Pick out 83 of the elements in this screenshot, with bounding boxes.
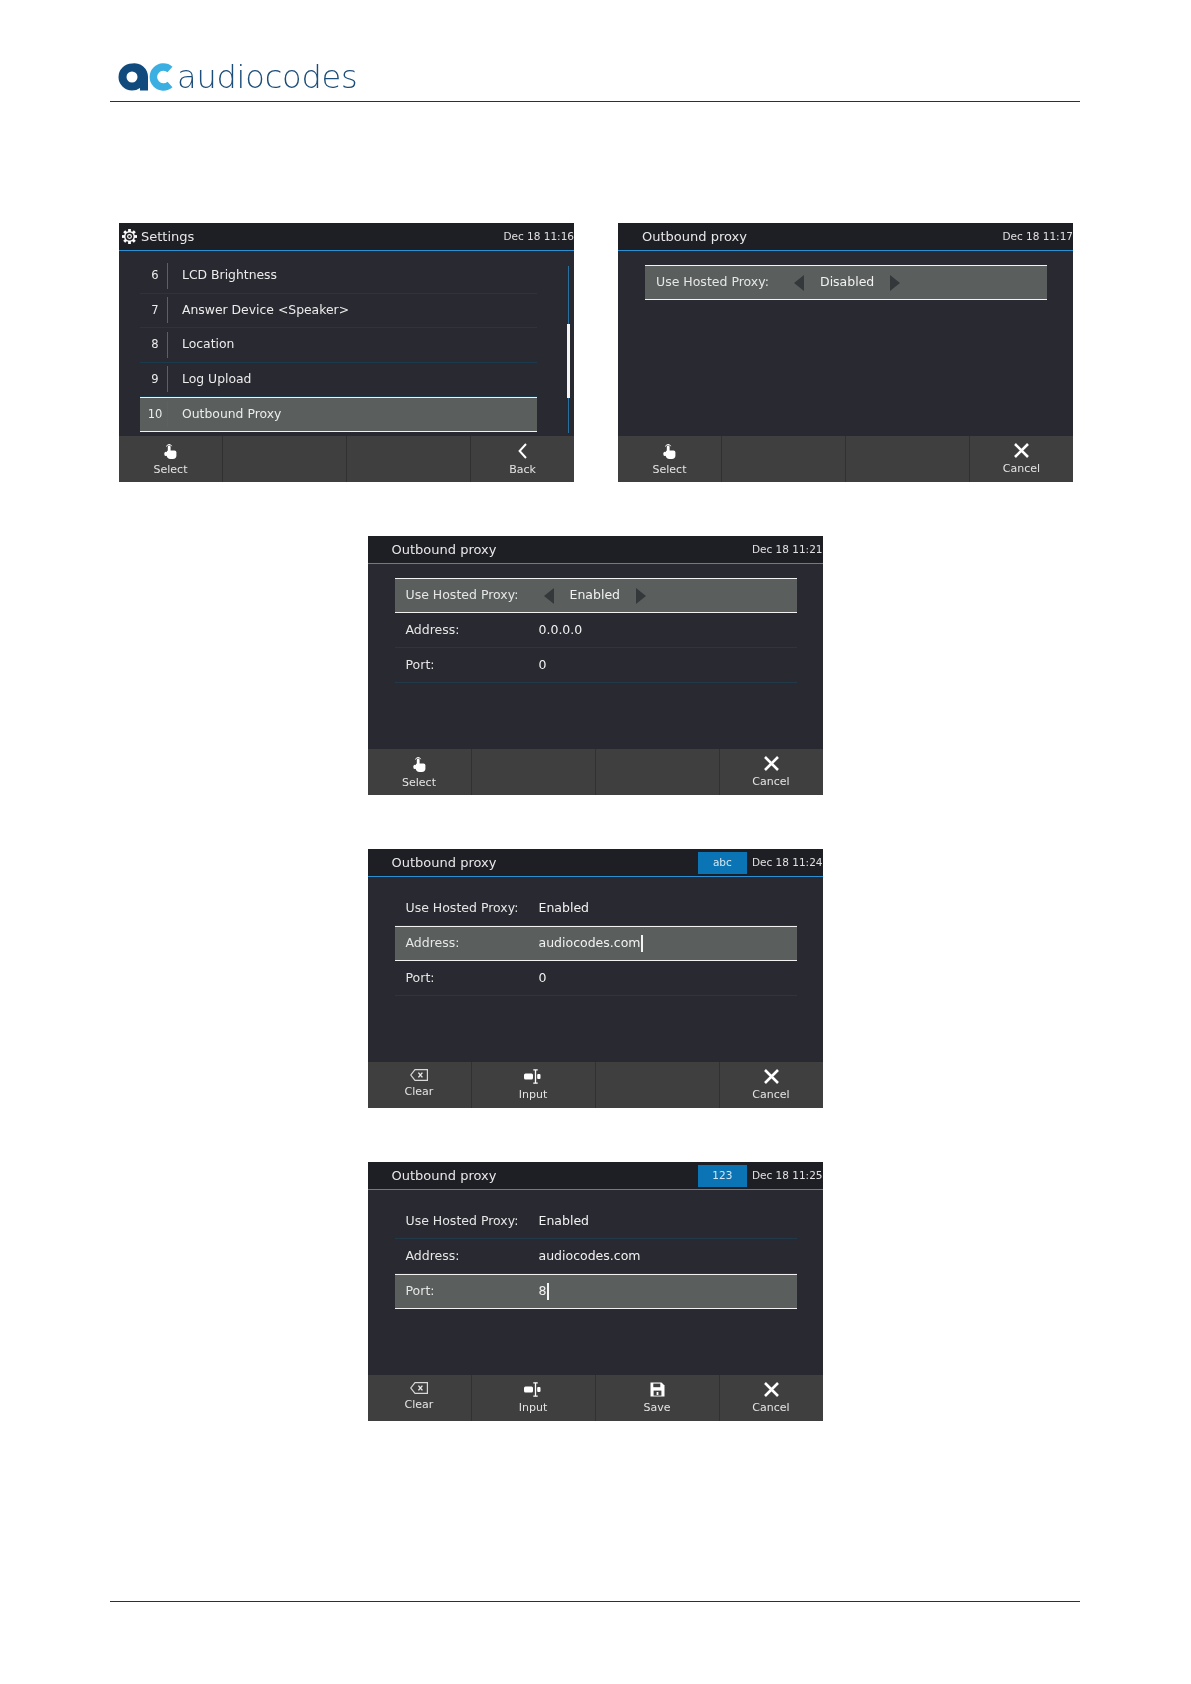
setting-row[interactable]: Port: 0 bbox=[394, 648, 797, 683]
item-number: 10 bbox=[146, 405, 164, 423]
backspace-icon bbox=[410, 1382, 428, 1394]
screen-title: Outbound proxy bbox=[391, 540, 497, 559]
field-value: 8 bbox=[538, 1282, 547, 1301]
input-button[interactable]: Input bbox=[470, 1062, 595, 1108]
field-value: audiocodes.com bbox=[538, 1246, 641, 1265]
cancel-button[interactable]: Cancel bbox=[718, 1062, 823, 1108]
screen-title: Outbound proxy bbox=[642, 227, 747, 246]
text-input-icon bbox=[524, 1382, 542, 1397]
triangle-left-icon[interactable] bbox=[794, 274, 804, 291]
menu-item[interactable]: 10 Outbound Proxy bbox=[140, 397, 537, 432]
field-value: audiocodes.com bbox=[538, 934, 641, 953]
triangle-right-icon[interactable] bbox=[890, 274, 901, 291]
field-label: Use Hosted Proxy: bbox=[405, 898, 519, 917]
setting-row[interactable]: Address: audiocodes.com bbox=[394, 926, 797, 961]
date-time: Dec 18 11:17 bbox=[1002, 228, 1073, 244]
scrollbar-thumb[interactable] bbox=[567, 324, 570, 398]
hand-pointer-icon bbox=[412, 756, 426, 772]
logo-icon bbox=[118, 63, 174, 91]
close-icon bbox=[1014, 443, 1029, 458]
setting-row[interactable]: Use Hosted Proxy: Enabled bbox=[394, 1204, 797, 1239]
setting-row[interactable]: Use Hosted Proxy: Enabled bbox=[394, 578, 797, 613]
field-label: Use Hosted Proxy: bbox=[405, 1211, 519, 1230]
triangle-right-icon[interactable] bbox=[636, 587, 646, 604]
cancel-button[interactable]: Cancel bbox=[718, 749, 823, 795]
screen-title: Outbound proxy bbox=[391, 853, 497, 872]
field-label: Use Hosted Proxy: bbox=[405, 586, 519, 605]
menu-item[interactable]: 7 Answer Device <Speaker> bbox=[140, 293, 537, 328]
date-time: Dec 18 11:25 bbox=[751, 1167, 823, 1183]
close-icon bbox=[763, 1069, 779, 1084]
menu-item[interactable]: 8 Location bbox=[140, 328, 537, 363]
field-value: 0 bbox=[538, 968, 547, 987]
field-value: Enabled bbox=[538, 898, 589, 917]
date-time: Dec 18 11:24 bbox=[751, 854, 823, 870]
date-time: Dec 18 11:21 bbox=[751, 541, 823, 557]
select-button[interactable]: Select bbox=[618, 436, 721, 482]
field-label: Port: bbox=[405, 1282, 435, 1301]
hand-pointer-icon bbox=[663, 443, 676, 459]
field-value: 0 bbox=[538, 655, 547, 674]
field-value: 0.0.0.0 bbox=[538, 620, 583, 639]
field-value: Disabled bbox=[820, 273, 875, 292]
select-button[interactable]: Select bbox=[119, 436, 222, 482]
field-value: Enabled bbox=[569, 586, 620, 605]
back-button[interactable]: Back bbox=[470, 436, 574, 482]
setting-row[interactable]: Port: 0 bbox=[394, 961, 797, 996]
field-label: Address: bbox=[405, 934, 460, 953]
field-label: Address: bbox=[405, 620, 460, 639]
input-mode-badge: 123 bbox=[697, 1164, 747, 1187]
setting-row[interactable]: Address: 0.0.0.0 bbox=[394, 613, 797, 648]
cancel-button[interactable]: Cancel bbox=[718, 1375, 823, 1421]
hand-pointer-icon bbox=[164, 443, 177, 459]
screen-title: Settings bbox=[141, 227, 195, 246]
menu-item[interactable]: 6 LCD Brightness bbox=[140, 259, 537, 294]
setting-row[interactable]: Port: 8 bbox=[394, 1274, 797, 1309]
select-button[interactable]: Select bbox=[367, 749, 471, 795]
field-label: Port: bbox=[405, 655, 435, 674]
save-button[interactable]: Save bbox=[594, 1375, 719, 1421]
item-number: 8 bbox=[150, 336, 160, 354]
triangle-left-icon[interactable] bbox=[543, 587, 554, 604]
settings-icon bbox=[122, 229, 137, 244]
backspace-icon bbox=[410, 1069, 428, 1081]
field-label: Port: bbox=[405, 968, 435, 987]
chevron-left-icon bbox=[518, 443, 527, 459]
date-time: Dec 18 11:16 bbox=[503, 228, 574, 244]
item-number: 9 bbox=[150, 370, 160, 388]
item-number: 7 bbox=[150, 301, 160, 319]
close-icon bbox=[763, 1382, 779, 1397]
clear-button[interactable]: Clear bbox=[367, 1062, 471, 1108]
field-label: Address: bbox=[405, 1246, 460, 1265]
text-input-icon bbox=[524, 1069, 542, 1084]
logo-wordmark: audiocodes bbox=[177, 61, 358, 93]
clear-button[interactable]: Clear bbox=[367, 1375, 471, 1421]
field-label: Use Hosted Proxy: bbox=[656, 273, 769, 292]
item-number: 6 bbox=[150, 267, 160, 285]
screen-title: Outbound proxy bbox=[391, 1166, 497, 1185]
setting-row[interactable]: Use Hosted Proxy: Disabled bbox=[645, 265, 1047, 300]
input-button[interactable]: Input bbox=[470, 1375, 595, 1421]
input-mode-badge: abc bbox=[697, 851, 747, 874]
close-icon bbox=[763, 756, 779, 771]
field-value: Enabled bbox=[538, 1211, 589, 1230]
cancel-button[interactable]: Cancel bbox=[969, 436, 1073, 482]
scrollbar[interactable] bbox=[567, 266, 570, 433]
